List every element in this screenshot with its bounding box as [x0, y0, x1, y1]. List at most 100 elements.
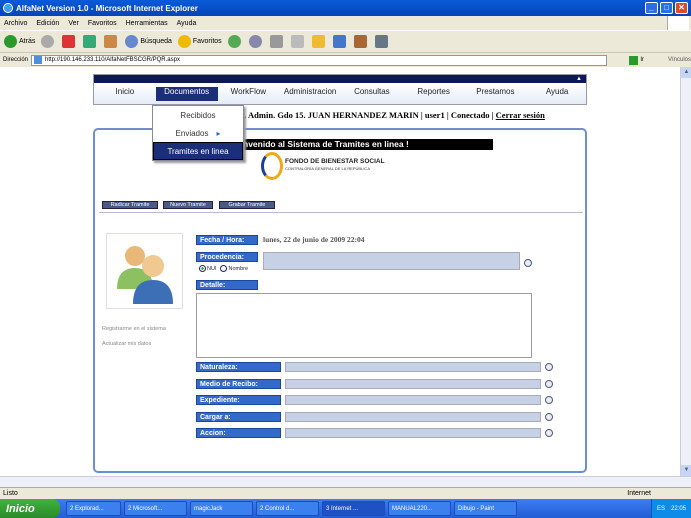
menu-ayuda[interactable]: Ayuda [177, 20, 197, 27]
search-button[interactable]: Búsqueda [125, 35, 172, 48]
procedencia-field[interactable] [263, 252, 520, 270]
history-icon [227, 35, 241, 48]
naturaleza-search-icon[interactable] [545, 363, 553, 371]
nav-ayuda[interactable]: Ayuda [526, 87, 588, 101]
procedencia-search-icon[interactable] [524, 259, 532, 267]
accion-field[interactable] [285, 428, 541, 438]
messenger-icon [332, 35, 346, 48]
go-arrow-icon [629, 55, 639, 65]
stop-icon [62, 35, 76, 48]
windows-logo-icon [667, 16, 689, 30]
documentos-dropdown: Recibidos Enviados ▸ Tramites en linea [152, 105, 244, 161]
menu-herramientas[interactable]: Herramientas [126, 20, 168, 27]
horizontal-scrollbar[interactable] [0, 476, 691, 487]
task-manual[interactable]: MANUAL220... [388, 501, 451, 516]
nav-consultas[interactable]: Consultas [341, 87, 403, 101]
update-data-link[interactable]: Actualizar mis datos [102, 341, 182, 348]
refresh-button[interactable] [83, 35, 98, 48]
users-avatar [106, 233, 183, 309]
cargar-a-label: Cargar a: [196, 412, 281, 422]
minimize-button[interactable]: _ [645, 2, 658, 14]
search-icon [125, 35, 139, 48]
detalle-textarea[interactable] [196, 293, 532, 358]
go-button[interactable]: Ir [629, 55, 644, 65]
nui-radio[interactable] [199, 265, 206, 272]
medio-recibo-search-icon[interactable] [545, 380, 553, 388]
cargar-a-field[interactable] [285, 412, 541, 422]
naturaleza-field[interactable] [285, 362, 541, 372]
radicar-tramite-button[interactable]: Radicar Tramite [102, 201, 158, 209]
grabar-tramite-button[interactable]: Grabar Tramite [219, 201, 275, 209]
print-button[interactable] [269, 35, 285, 48]
user-info: x. Admin. Gdo 15. JUAN HERNANDEZ MARIN |… [240, 110, 496, 120]
nav-administracion[interactable]: Administracion [279, 87, 341, 101]
maximize-button[interactable]: □ [660, 2, 673, 14]
collapse-caret-icon[interactable]: ▲ [576, 76, 582, 82]
status-text: Listo [3, 490, 18, 497]
menu-item-recibidos[interactable]: Recibidos [153, 106, 243, 124]
tools-button[interactable] [374, 35, 390, 48]
menu-item-tramites-en-linea[interactable]: Tramites en linea [153, 142, 243, 160]
address-bar: Dirección http://190.146.233.110/AlfaNet… [0, 52, 691, 67]
menu-item-enviados[interactable]: Enviados ▸ [153, 124, 243, 142]
fecha-value: lunes, 22 de junio de 2009 22:04 [263, 235, 365, 244]
menu-bar: Archivo Edición Ver Favoritos Herramient… [0, 16, 691, 30]
status-bar: Listo Internet [0, 487, 691, 499]
nav-workflow[interactable]: WorkFlow [218, 87, 280, 101]
address-label: Dirección [3, 57, 29, 63]
menu-archivo[interactable]: Archivo [4, 20, 27, 27]
menu-ver[interactable]: Ver [68, 20, 79, 27]
history-button[interactable] [227, 35, 243, 48]
scroll-down-icon[interactable]: ▼ [681, 465, 691, 476]
main-panel: nvenido al Sistema de Tramites en linea … [93, 128, 587, 473]
logo-subtitle: CONTRALORÍA GENERAL DE LA REPÚBLICA [285, 166, 370, 171]
menu-favoritos[interactable]: Favoritos [88, 20, 117, 27]
task-control[interactable]: 2 Control d... [256, 501, 319, 516]
language-indicator[interactable]: ES [657, 506, 665, 512]
messenger-button[interactable] [332, 35, 348, 48]
back-arrow-icon [4, 35, 17, 48]
links-label[interactable]: Vínculos [668, 57, 691, 63]
expediente-field[interactable] [285, 395, 541, 405]
mail-icon [248, 35, 262, 48]
procedencia-label: Procedencia: [196, 252, 258, 262]
edit-button[interactable] [290, 35, 306, 48]
cargar-a-search-icon[interactable] [545, 413, 553, 421]
stop-button[interactable] [62, 35, 77, 48]
menu-edicion[interactable]: Edición [36, 20, 59, 27]
logo-emblem-icon [261, 152, 283, 180]
nuevo-tramite-button[interactable]: Nuevo Tramite [163, 201, 213, 209]
back-button[interactable]: Atrás [4, 35, 35, 48]
task-paint[interactable]: Dibujo - Paint [454, 501, 517, 516]
folder-button[interactable] [311, 35, 327, 48]
research-button[interactable] [353, 35, 369, 48]
mail-button[interactable] [248, 35, 264, 48]
task-microsoft[interactable]: 2 Microsoft... [124, 501, 187, 516]
vertical-scrollbar[interactable]: ▲ ▼ [680, 67, 691, 476]
scroll-up-icon[interactable]: ▲ [681, 67, 691, 78]
browser-toolbar: Atrás Búsqueda Favoritos [0, 30, 691, 52]
favorites-button[interactable]: Favoritos [177, 35, 222, 48]
task-magicjack[interactable]: magicJack [190, 501, 253, 516]
nav-documentos[interactable]: Documentos [155, 87, 218, 101]
url-field[interactable]: http://190.146.233.110/AlfaNetFBSCGR/PQR… [31, 54, 608, 66]
close-button[interactable]: ✕ [675, 2, 688, 14]
logout-link[interactable]: Cerrar sesión [496, 110, 545, 120]
start-button[interactable]: Inicio [0, 499, 60, 518]
register-link[interactable]: Registrarme en el sistema [102, 326, 182, 333]
nav-reportes[interactable]: Reportes [403, 87, 465, 101]
task-explorer[interactable]: 2 Explorad... [66, 501, 121, 516]
task-internet[interactable]: 3 Internet ... [322, 501, 385, 516]
expediente-search-icon[interactable] [545, 396, 553, 404]
nombre-radio[interactable] [220, 265, 228, 272]
welcome-banner: nvenido al Sistema de Tramites en linea … [241, 139, 493, 150]
forward-button[interactable] [41, 35, 56, 48]
nav-prestamos[interactable]: Prestamos [465, 87, 527, 101]
side-links: Registrarme en el sistema Actualizar mis… [102, 326, 182, 356]
medio-recibo-field[interactable] [285, 379, 541, 389]
accion-search-icon[interactable] [545, 429, 553, 437]
nav-inicio[interactable]: Inicio [94, 87, 156, 101]
home-button[interactable] [104, 35, 119, 48]
fondo-logo: FONDO DE BIENESTAR SOCIAL CONTRALORÍA GE… [261, 152, 411, 182]
expediente-label: Expediente: [196, 395, 281, 405]
